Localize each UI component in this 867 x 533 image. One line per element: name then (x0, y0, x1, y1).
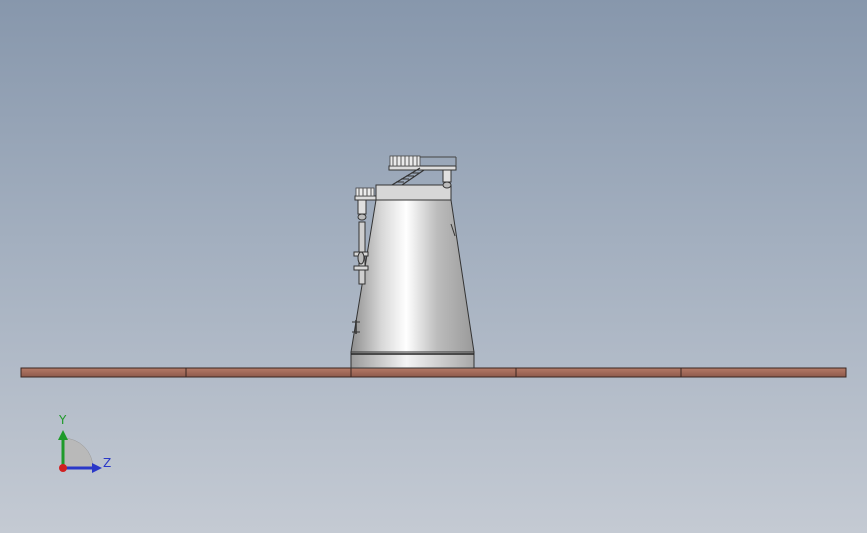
model-scene[interactable] (0, 0, 867, 533)
triad-y-label: Y (59, 413, 67, 427)
triad-z-label: Z (103, 456, 112, 470)
floor-plate[interactable] (20, 367, 847, 378)
x-axis-origin-icon (59, 464, 67, 472)
top-platform[interactable] (388, 155, 457, 189)
graphics-viewport[interactable]: Y Z (0, 0, 867, 533)
reference-triad: Y Z (48, 410, 128, 490)
tank-body[interactable] (350, 184, 475, 369)
side-platform[interactable] (354, 187, 377, 221)
